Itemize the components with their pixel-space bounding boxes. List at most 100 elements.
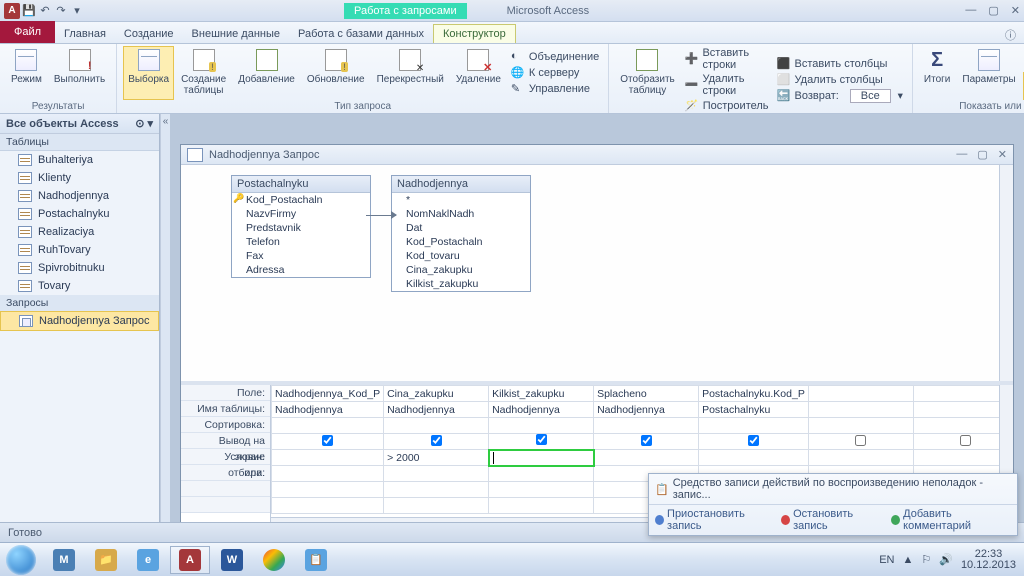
show-checkbox[interactable] — [641, 435, 652, 446]
field-item[interactable]: Kod_tovaru — [392, 249, 530, 263]
tab-create[interactable]: Создание — [115, 25, 183, 43]
taskbar-item-chrome[interactable] — [254, 546, 294, 574]
qbe-cell[interactable] — [699, 418, 809, 434]
stop-record-button[interactable]: Остановить запись — [781, 508, 881, 532]
insert-rows-button[interactable]: ➕Вставить строки — [682, 46, 772, 72]
taskbar-item[interactable]: M — [44, 546, 84, 574]
show-checkbox[interactable] — [431, 435, 442, 446]
qbe-cell[interactable] — [489, 434, 594, 450]
qbe-cell[interactable]: Postachalnyku.Kod_P — [699, 386, 809, 402]
field-item[interactable]: NomNaklNadh — [392, 207, 530, 221]
clock[interactable]: 22:3310.12.2013 — [961, 549, 1016, 571]
qbe-cell[interactable] — [808, 418, 913, 434]
maketable-button[interactable]: Создание таблицы — [176, 46, 231, 100]
select-query-button[interactable]: Выборка — [123, 46, 174, 100]
qbe-cell[interactable]: Nadhodjennya — [272, 402, 384, 418]
field-item[interactable]: Kilkist_zakupku — [392, 277, 530, 291]
qbe-cell[interactable] — [489, 482, 594, 498]
win-restore-icon[interactable]: ▢ — [977, 148, 987, 161]
show-checkbox[interactable] — [748, 435, 759, 446]
qbe-cell[interactable] — [272, 482, 384, 498]
qbe-cell[interactable] — [808, 386, 913, 402]
win-minimize-icon[interactable]: — — [956, 148, 967, 161]
nav-header[interactable]: Все объекты Access⊙ ▾ — [0, 114, 159, 134]
save-icon[interactable]: 💾 — [22, 4, 36, 18]
pause-record-button[interactable]: Приостановить запись — [655, 508, 771, 532]
restore-icon[interactable]: ▢ — [988, 4, 998, 17]
tab-external-data[interactable]: Внешние данные — [183, 25, 289, 43]
qbe-cell[interactable] — [272, 466, 384, 482]
table-header[interactable]: Nadhodjennya — [392, 176, 530, 193]
qbe-cell[interactable] — [384, 498, 489, 514]
qbe-cell[interactable] — [808, 434, 913, 450]
run-button[interactable]: Выполнить — [49, 46, 110, 100]
qbe-cell[interactable]: Nadhodjennya_Kod_P — [272, 386, 384, 402]
qbe-cell[interactable] — [384, 434, 489, 450]
qbe-cell[interactable] — [489, 450, 594, 466]
close-icon[interactable]: ✕ — [1011, 4, 1020, 17]
delete-rows-button[interactable]: ➖Удалить строки — [682, 72, 772, 98]
tab-home[interactable]: Главная — [55, 25, 115, 43]
qbe-cell[interactable]: Splacheno — [594, 386, 699, 402]
taskbar-item[interactable]: e — [128, 546, 168, 574]
field-item[interactable]: Dat — [392, 221, 530, 235]
table-postachalnyku[interactable]: Postachalnyku Kod_PostachalnNazvFirmyPre… — [231, 175, 371, 278]
nav-table-postachalnyku[interactable]: Postachalnyku — [0, 205, 159, 223]
qbe-cell[interactable] — [489, 466, 594, 482]
field-item[interactable]: Predstavnik — [232, 221, 370, 235]
view-button[interactable]: Режим — [6, 46, 47, 100]
taskbar-item[interactable]: 📁 — [86, 546, 126, 574]
field-item[interactable]: Fax — [232, 249, 370, 263]
taskbar-item-word[interactable]: W — [212, 546, 252, 574]
nav-table-spivrobitnuku[interactable]: Spivrobitnuku — [0, 259, 159, 277]
steps-recorder[interactable]: 📋 Средство записи действий по воспроизве… — [648, 473, 1018, 536]
nav-table-realizaciya[interactable]: Realizaciya — [0, 223, 159, 241]
qbe-cell[interactable] — [489, 418, 594, 434]
nav-table-tovary[interactable]: Tovary — [0, 277, 159, 295]
totals-button[interactable]: ΣИтоги — [919, 46, 955, 100]
qbe-cell[interactable] — [699, 450, 809, 466]
redo-icon[interactable]: ↷ — [54, 4, 68, 18]
diagram-pane[interactable]: Postachalnyku Kod_PostachalnNazvFirmyPre… — [181, 165, 1013, 385]
qbe-cell[interactable] — [272, 498, 384, 514]
lang-indicator[interactable]: EN — [879, 554, 894, 566]
qbe-cell[interactable]: Nadhodjennya — [594, 402, 699, 418]
qbe-cell[interactable] — [699, 434, 809, 450]
tab-database-tools[interactable]: Работа с базами данных — [289, 25, 433, 43]
field-item[interactable]: Kod_Postachaln — [392, 235, 530, 249]
table-header[interactable]: Postachalnyku — [232, 176, 370, 193]
field-item[interactable]: Cina_zakupku — [392, 263, 530, 277]
taskbar-item[interactable]: 📋 — [296, 546, 336, 574]
qbe-cell[interactable]: Postachalnyku — [699, 402, 809, 418]
qbe-cell[interactable]: Nadhodjennya — [489, 402, 594, 418]
update-button[interactable]: Обновление — [302, 46, 370, 100]
delete-cols-button[interactable]: ⬜Удалить столбцы — [774, 72, 906, 88]
nav-table-klienty[interactable]: Klienty — [0, 169, 159, 187]
qbe-cell[interactable]: Nadhodjennya — [384, 402, 489, 418]
taskbar-item-access[interactable]: A — [170, 546, 210, 574]
minimize-icon[interactable]: — — [965, 4, 976, 17]
datadef-button[interactable]: ✎Управление — [508, 81, 602, 97]
union-query-button[interactable]: ◐Объединение — [508, 49, 602, 65]
field-item[interactable]: Adressa — [232, 263, 370, 277]
nav-table-ruhtovary[interactable]: RuhTovary — [0, 241, 159, 259]
show-checkbox[interactable] — [536, 434, 547, 445]
field-item[interactable]: * — [392, 193, 530, 207]
return-dropdown[interactable]: 🔙Возврат: Все ▾ — [774, 88, 906, 104]
ribbon-help-icon[interactable]: ⓘ — [997, 27, 1024, 43]
append-button[interactable]: Добавление — [233, 46, 300, 100]
show-checkbox[interactable] — [960, 435, 971, 446]
delete-query-button[interactable]: Удаление — [451, 46, 506, 100]
nav-collapse-button[interactable]: « — [160, 114, 170, 542]
chevron-down-icon[interactable]: ⊙ ▾ — [135, 117, 153, 130]
vscroll[interactable] — [999, 165, 1013, 381]
qbe-cell[interactable] — [384, 482, 489, 498]
add-comment-button[interactable]: Добавить комментарий — [891, 508, 1011, 532]
win-close-icon[interactable]: ✕ — [998, 148, 1007, 161]
start-button[interactable] — [0, 543, 42, 577]
nav-table-nadhodjennya[interactable]: Nadhodjennya — [0, 187, 159, 205]
qbe-cell[interactable] — [594, 418, 699, 434]
qbe-cell[interactable] — [594, 450, 699, 466]
nav-query-item[interactable]: Nadhodjennya Запрос — [0, 311, 159, 331]
query-window-titlebar[interactable]: Nadhodjennya Запрос — ▢ ✕ — [181, 145, 1013, 165]
